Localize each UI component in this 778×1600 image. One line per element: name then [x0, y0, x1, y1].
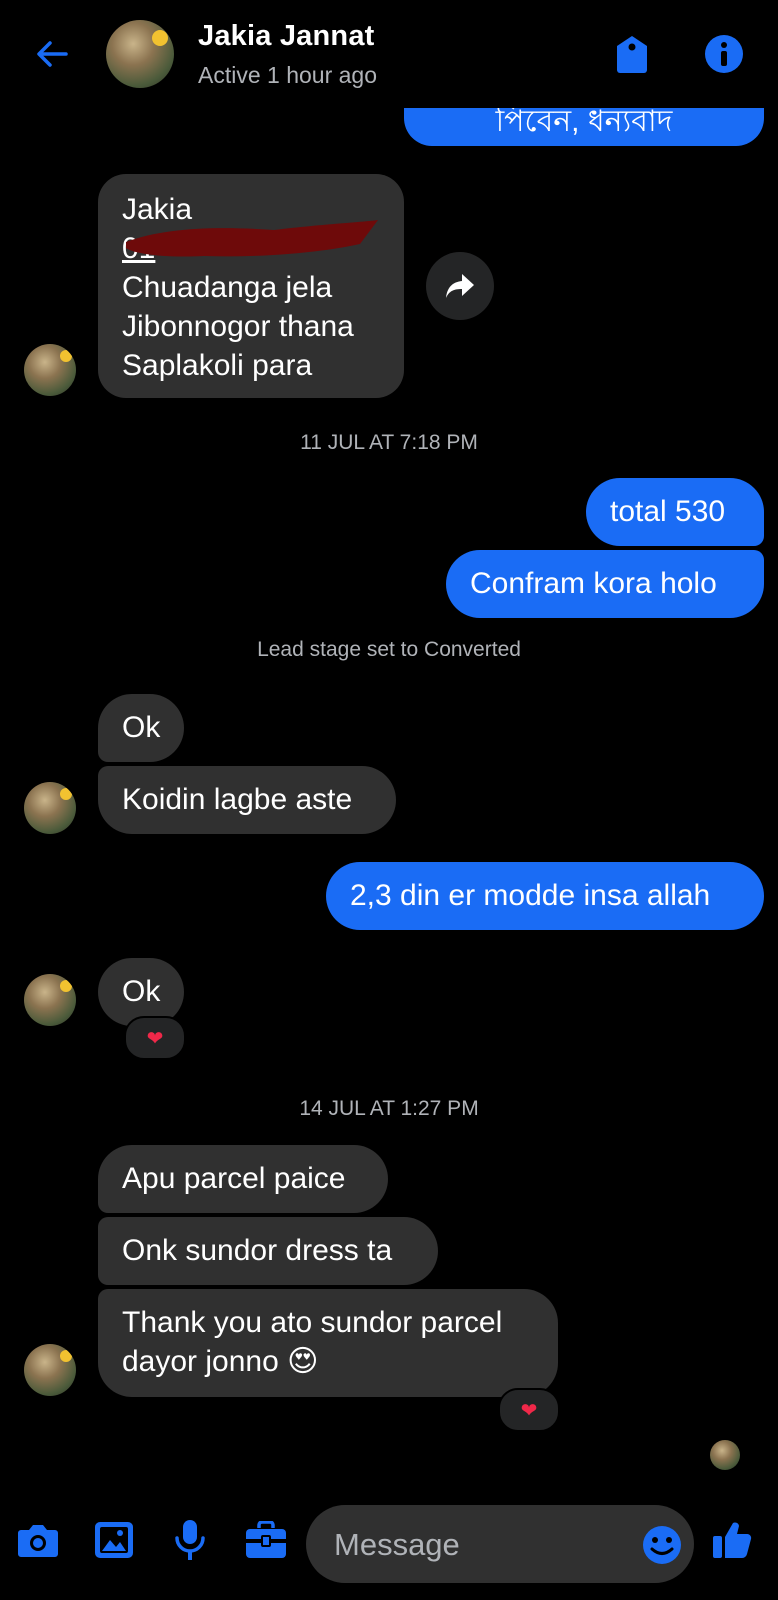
share-icon[interactable] [426, 252, 494, 320]
message-composer [306, 1505, 694, 1585]
chat-header: Jakia Jannat Active 1 hour ago [0, 0, 778, 108]
message-bubble-outgoing[interactable]: total 530 [586, 478, 764, 546]
message-input[interactable] [332, 1505, 636, 1585]
contact-avatar[interactable] [24, 974, 76, 1026]
message-text: Confram kora holo [470, 567, 717, 600]
message-text: Ok [122, 975, 161, 1008]
message-text: dayor jonno 😍 [122, 1345, 319, 1378]
active-status: Active 1 hour ago [198, 62, 378, 88]
address-line: Chuadanga jela [122, 271, 333, 304]
address-line: Jibonnogor thana [122, 310, 354, 343]
system-notice: Lead stage set to Converted [257, 638, 521, 661]
address-line: Saplakoli para [122, 349, 313, 382]
message-bubble-outgoing[interactable]: 2,3 din er modde insa allah [326, 862, 764, 930]
message-bubble-incoming[interactable]: Thank you ato sundor parcel dayor jonno … [98, 1289, 558, 1397]
thumbs-up-icon[interactable] [710, 1518, 754, 1562]
redaction-mark [124, 218, 380, 260]
tag-icon[interactable] [614, 34, 650, 74]
emoji-icon[interactable] [642, 1525, 682, 1565]
contact-avatar[interactable] [106, 20, 174, 88]
contact-avatar[interactable] [24, 344, 76, 396]
heart-reaction-icon[interactable]: ❤ [498, 1388, 560, 1432]
back-arrow-icon[interactable] [32, 34, 72, 74]
message-text: পিবেন, ধন্যবাদ [495, 105, 673, 138]
timestamp: 11 JUL AT 7:18 PM [300, 431, 478, 454]
message-bubble-incoming[interactable]: Apu parcel paice [98, 1145, 388, 1213]
info-icon[interactable] [704, 34, 744, 74]
image-icon[interactable] [92, 1518, 136, 1562]
message-text: Apu parcel paice [122, 1162, 346, 1195]
message-bubble-incoming[interactable]: Ok [98, 694, 184, 762]
contact-avatar[interactable] [24, 782, 76, 834]
seen-avatar [710, 1440, 740, 1470]
contact-avatar[interactable] [24, 1344, 76, 1396]
message-text: total 530 [610, 495, 726, 528]
message-bubble-incoming[interactable]: Onk sundor dress ta [98, 1217, 438, 1285]
message-bubble-outgoing[interactable]: Confram kora holo [446, 550, 764, 618]
message-text: Onk sundor dress ta [122, 1234, 393, 1267]
message-text: Koidin lagbe aste [122, 783, 353, 816]
microphone-icon[interactable] [168, 1518, 212, 1562]
message-bubble-address[interactable]: Jakia 01 Chuadanga jela Jibonnogor thana… [98, 174, 404, 398]
timestamp: 14 JUL AT 1:27 PM [299, 1097, 479, 1120]
heart-reaction-icon[interactable]: ❤ [124, 1016, 186, 1060]
briefcase-icon[interactable] [244, 1518, 288, 1562]
message-text: Ok [122, 711, 161, 744]
message-bubble-incoming[interactable]: Koidin lagbe aste [98, 766, 396, 834]
message-text: 2,3 din er modde insa allah [350, 879, 711, 912]
message-text: Thank you ato sundor parcel [122, 1306, 503, 1339]
contact-name[interactable]: Jakia Jannat [198, 20, 375, 53]
camera-icon[interactable] [16, 1518, 60, 1562]
